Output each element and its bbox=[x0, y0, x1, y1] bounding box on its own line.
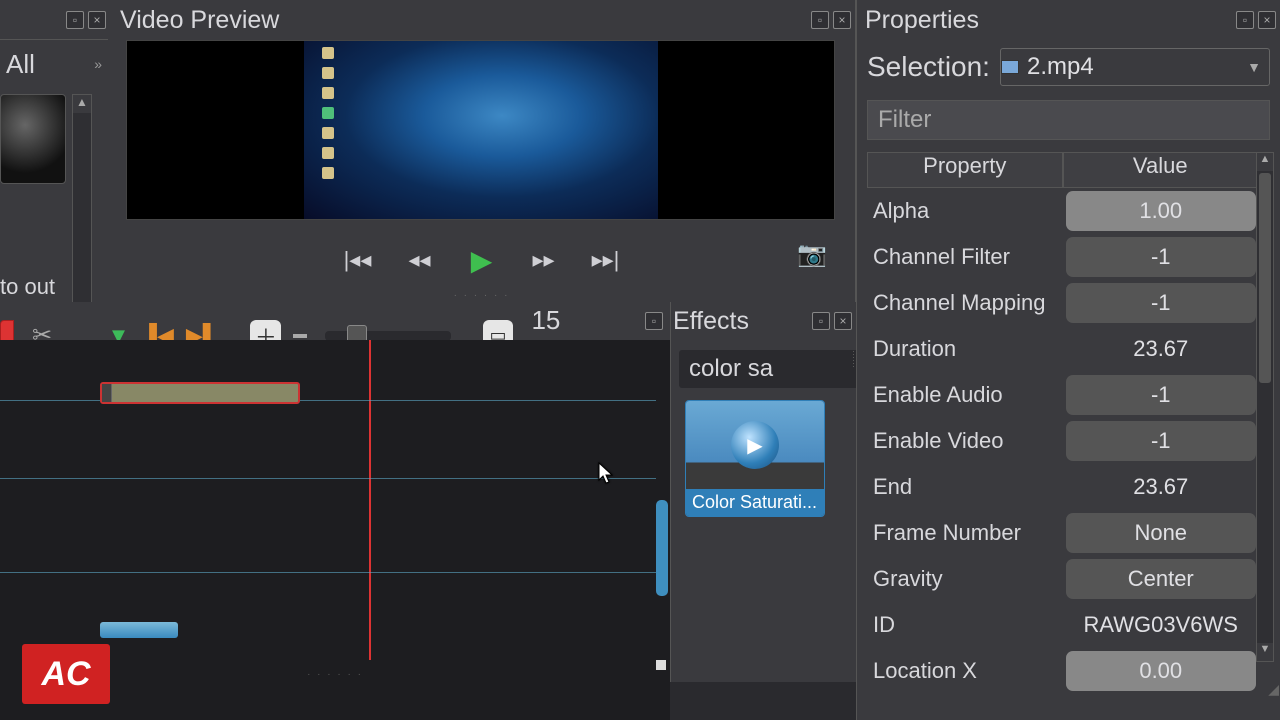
properties-scrollbar[interactable]: ▲ ▼ bbox=[1256, 152, 1274, 662]
property-value[interactable]: 23.67 bbox=[1066, 467, 1257, 507]
property-row: Enable Audio-1 bbox=[867, 372, 1258, 418]
drag-handle-icon[interactable]: · · · · · · bbox=[307, 669, 363, 680]
zoom-out-icon bbox=[293, 334, 307, 338]
property-row: Channel Filter-1 bbox=[867, 234, 1258, 280]
video-preview-panel: Video Preview ▫ × |◂◂ ◂◂ ▶ ▸▸ ▸▸| 📷 · · … bbox=[108, 0, 856, 302]
property-row: Duration23.67 bbox=[867, 326, 1258, 372]
close-icon[interactable]: × bbox=[1258, 11, 1276, 29]
property-name: End bbox=[867, 474, 1064, 500]
property-row: Alpha1.00 bbox=[867, 188, 1258, 234]
close-icon[interactable]: × bbox=[834, 312, 852, 330]
forward-button[interactable]: ▸▸ bbox=[527, 243, 561, 277]
snapshot-button[interactable]: 📷 bbox=[797, 240, 827, 269]
scroll-up-icon[interactable]: ▲ bbox=[1257, 153, 1273, 171]
selection-value: 2.mp4 bbox=[1027, 53, 1094, 81]
property-value[interactable]: None bbox=[1066, 513, 1257, 553]
effect-item[interactable]: ▶ Color Saturati... bbox=[685, 400, 825, 517]
property-name: Frame Number bbox=[867, 520, 1064, 546]
watermark-badge: AC bbox=[22, 644, 110, 704]
clip-icon bbox=[1001, 60, 1019, 74]
play-button[interactable]: ▶ bbox=[465, 243, 499, 277]
properties-panel: Properties ▫ × Selection: 2.mp4 ▼ Filter… bbox=[856, 0, 1280, 720]
properties-table: Property Value Alpha1.00Channel Filter-1… bbox=[867, 152, 1258, 660]
property-name: Enable Audio bbox=[867, 382, 1064, 408]
rewind-button[interactable]: ◂◂ bbox=[403, 243, 437, 277]
undock-icon[interactable]: ▫ bbox=[1236, 11, 1254, 29]
property-name: Location X bbox=[867, 658, 1064, 684]
property-row: Channel Mapping-1 bbox=[867, 280, 1258, 326]
scroll-up-icon[interactable]: ▲ bbox=[73, 95, 91, 113]
property-value[interactable]: 0.00 bbox=[1066, 651, 1257, 691]
undock-icon[interactable]: ▫ bbox=[66, 11, 84, 29]
transport-bar: |◂◂ ◂◂ ▶ ▸▸ ▸▸| bbox=[108, 238, 855, 282]
resize-handle[interactable] bbox=[656, 660, 666, 670]
column-header-value[interactable]: Value bbox=[1063, 152, 1259, 188]
undock-icon[interactable]: ▫ bbox=[645, 312, 663, 330]
skip-start-button[interactable]: |◂◂ bbox=[341, 243, 375, 277]
column-header-property[interactable]: Property bbox=[867, 152, 1063, 188]
property-value[interactable]: 1.00 bbox=[1066, 191, 1257, 231]
selection-label: Selection: bbox=[867, 51, 990, 83]
effect-caption: Color Saturati... bbox=[686, 489, 824, 516]
undock-icon[interactable]: ▫ bbox=[812, 312, 830, 330]
scroll-down-icon[interactable]: ▼ bbox=[1257, 643, 1273, 661]
selection-dropdown[interactable]: 2.mp4 ▼ bbox=[1000, 48, 1270, 86]
play-icon: ▶ bbox=[731, 421, 779, 469]
zoom-slider[interactable] bbox=[325, 331, 451, 341]
video-frame bbox=[304, 41, 658, 219]
filter-placeholder: Filter bbox=[878, 106, 931, 134]
property-value[interactable]: -1 bbox=[1066, 375, 1257, 415]
skip-end-button[interactable]: ▸▸| bbox=[589, 243, 623, 277]
property-value[interactable]: RAWG03V6WS bbox=[1066, 605, 1257, 645]
effect-thumbnail: ▶ bbox=[686, 401, 824, 489]
desktop-icons bbox=[322, 47, 336, 179]
property-value[interactable]: Center bbox=[1066, 559, 1257, 599]
drag-handle-icon[interactable]: · · · · · · bbox=[454, 290, 510, 301]
audio-clip[interactable] bbox=[100, 622, 178, 638]
property-row: IDRAWG03V6WS bbox=[867, 602, 1258, 648]
panel-title: Effects bbox=[673, 307, 749, 336]
property-name: Alpha bbox=[867, 198, 1064, 224]
panel-title: Video Preview bbox=[120, 6, 279, 35]
chevron-down-icon: ▼ bbox=[1247, 59, 1261, 75]
property-row: Frame NumberNone bbox=[867, 510, 1258, 556]
undock-icon[interactable]: ▫ bbox=[811, 11, 829, 29]
transition-caption: to out bbox=[0, 274, 55, 300]
property-row: GravityCenter bbox=[867, 556, 1258, 602]
video-clip[interactable] bbox=[100, 382, 300, 404]
property-name: Channel Filter bbox=[867, 244, 1064, 270]
properties-filter-input[interactable]: Filter bbox=[867, 100, 1270, 140]
property-name: Channel Mapping bbox=[867, 290, 1064, 316]
property-name: ID bbox=[867, 612, 1064, 638]
playhead-line bbox=[369, 340, 371, 660]
property-row: End23.67 bbox=[867, 464, 1258, 510]
chevron-right-icon[interactable]: » bbox=[94, 56, 102, 72]
property-name: Enable Video bbox=[867, 428, 1064, 454]
video-viewport[interactable] bbox=[126, 40, 835, 220]
property-name: Duration bbox=[867, 336, 1064, 362]
panel-title: Properties bbox=[865, 6, 979, 35]
property-row: Location X0.00 bbox=[867, 648, 1258, 694]
property-value[interactable]: -1 bbox=[1066, 283, 1257, 323]
property-value[interactable]: -1 bbox=[1066, 421, 1257, 461]
property-value[interactable]: -1 bbox=[1066, 237, 1257, 277]
close-icon[interactable]: × bbox=[833, 11, 851, 29]
effects-panel: ▫ Effects ▫ × » ▶ Color Saturati... bbox=[670, 302, 856, 682]
vertical-scrollbar[interactable] bbox=[656, 500, 668, 596]
transitions-filter[interactable]: All bbox=[6, 49, 35, 80]
close-icon[interactable]: × bbox=[88, 11, 106, 29]
property-name: Gravity bbox=[867, 566, 1064, 592]
scroll-thumb[interactable] bbox=[1259, 173, 1271, 383]
property-row: Enable Video-1 bbox=[867, 418, 1258, 464]
resize-grip-icon[interactable]: ◢ bbox=[1268, 681, 1276, 698]
timeline-panel: ✂ ▼ ▐◀ ▶▌ ＋ ▭ 15 seconds 31:15 00:00:15 … bbox=[0, 302, 670, 720]
transition-thumbnail[interactable] bbox=[0, 94, 66, 184]
property-value[interactable]: 23.67 bbox=[1066, 329, 1257, 369]
